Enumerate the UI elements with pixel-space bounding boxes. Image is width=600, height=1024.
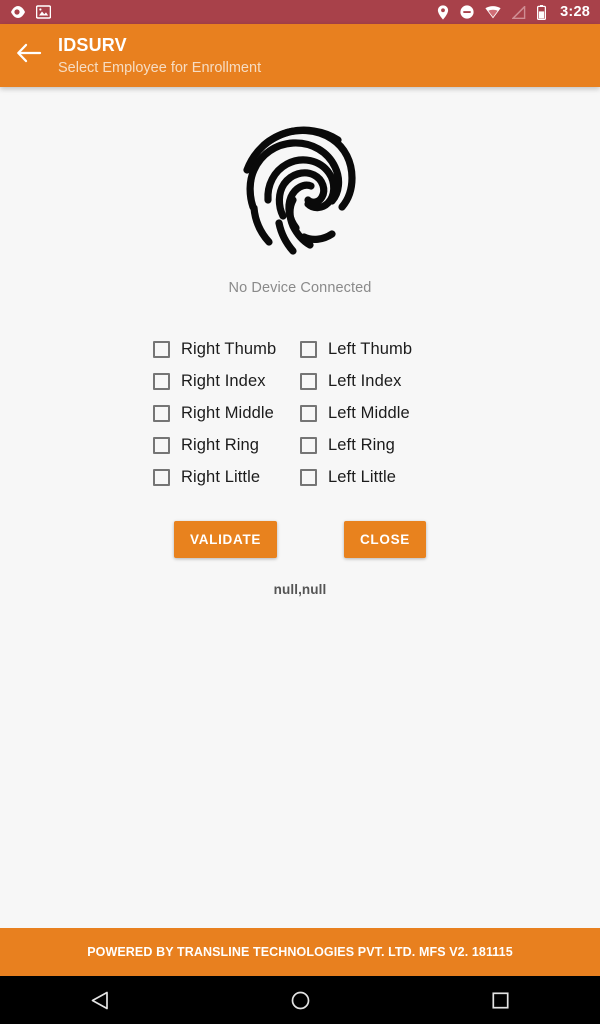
checkbox-icon[interactable] [300, 340, 317, 358]
wifi-icon [485, 5, 501, 19]
finger-label: Left Middle [328, 403, 410, 422]
image-notification-icon [36, 5, 51, 19]
nav-home-button[interactable] [200, 976, 400, 1024]
finger-checkbox-left-thumb[interactable]: Left Thumb [300, 333, 447, 365]
finger-label: Left Index [328, 371, 402, 390]
finger-label: Right Index [181, 371, 266, 390]
result-text: null,null [273, 582, 327, 597]
nav-back-triangle-icon [91, 991, 109, 1010]
fingerprint-icon [238, 121, 362, 261]
main-content: No Device Connected Right Thumb Left Thu… [0, 87, 600, 928]
nav-recents-button[interactable] [400, 976, 600, 1024]
checkbox-icon[interactable] [300, 404, 317, 422]
status-bar-system-icons: 3:28 [437, 4, 590, 20]
checkbox-icon[interactable] [153, 436, 170, 454]
status-bar-notification-icons [10, 5, 51, 19]
checkbox-icon[interactable] [300, 436, 317, 454]
page-subtitle: Select Employee for Enrollment [58, 59, 262, 76]
status-bar-clock: 3:28 [560, 4, 590, 20]
finger-checkbox-grid: Right Thumb Left Thumb Right Index Left … [153, 333, 447, 493]
checkbox-icon[interactable] [153, 404, 170, 422]
app-bar: IDSURV Select Employee for Enrollment [0, 24, 600, 87]
finger-label: Right Ring [181, 435, 260, 454]
finger-checkbox-right-index[interactable]: Right Index [153, 365, 300, 397]
finger-checkbox-left-index[interactable]: Left Index [300, 365, 447, 397]
finger-checkbox-left-ring[interactable]: Left Ring [300, 429, 447, 461]
finger-label: Left Little [328, 467, 397, 486]
finger-label: Right Thumb [181, 339, 277, 358]
app-bar-titles: IDSURV Select Employee for Enrollment [58, 34, 261, 78]
tag-eye-icon [10, 5, 26, 19]
finger-checkbox-left-middle[interactable]: Left Middle [300, 397, 447, 429]
close-button[interactable]: CLOSE [343, 521, 426, 558]
finger-label: Right Middle [181, 403, 274, 422]
action-button-row: VALIDATE CLOSE [174, 521, 426, 558]
location-pin-icon [437, 4, 449, 20]
arrow-back-icon [16, 42, 42, 69]
checkbox-icon[interactable] [153, 468, 170, 486]
checkbox-icon[interactable] [300, 468, 317, 486]
checkbox-icon[interactable] [153, 340, 170, 358]
signal-off-icon [512, 5, 526, 19]
finger-checkbox-right-ring[interactable]: Right Ring [153, 429, 300, 461]
device-status-text: No Device Connected [228, 280, 372, 296]
page-title: IDSURV [58, 34, 127, 55]
phone-screen: 3:28 IDSURV Select Employee for Enrollme… [0, 0, 600, 1024]
back-button[interactable] [0, 24, 58, 87]
finger-checkbox-right-middle[interactable]: Right Middle [153, 397, 300, 429]
nav-home-circle-icon [291, 991, 310, 1010]
footer-bar: POWERED BY TRANSLINE TECHNOLOGIES PVT. L… [0, 928, 600, 976]
battery-icon [537, 4, 547, 20]
validate-button[interactable]: VALIDATE [174, 521, 278, 558]
status-bar: 3:28 [0, 0, 600, 24]
finger-checkbox-right-thumb[interactable]: Right Thumb [153, 333, 300, 365]
finger-label: Right Little [181, 467, 261, 486]
finger-checkbox-right-little[interactable]: Right Little [153, 461, 300, 493]
checkbox-icon[interactable] [300, 372, 317, 390]
android-nav-bar [0, 976, 600, 1024]
finger-checkbox-left-little[interactable]: Left Little [300, 461, 447, 493]
do-not-disturb-icon [460, 5, 474, 19]
finger-label: Left Ring [328, 435, 395, 454]
checkbox-icon[interactable] [153, 372, 170, 390]
footer-text: POWERED BY TRANSLINE TECHNOLOGIES PVT. L… [87, 945, 513, 959]
finger-label: Left Thumb [328, 339, 413, 358]
nav-recents-square-icon [491, 991, 509, 1009]
nav-back-button[interactable] [0, 976, 200, 1024]
